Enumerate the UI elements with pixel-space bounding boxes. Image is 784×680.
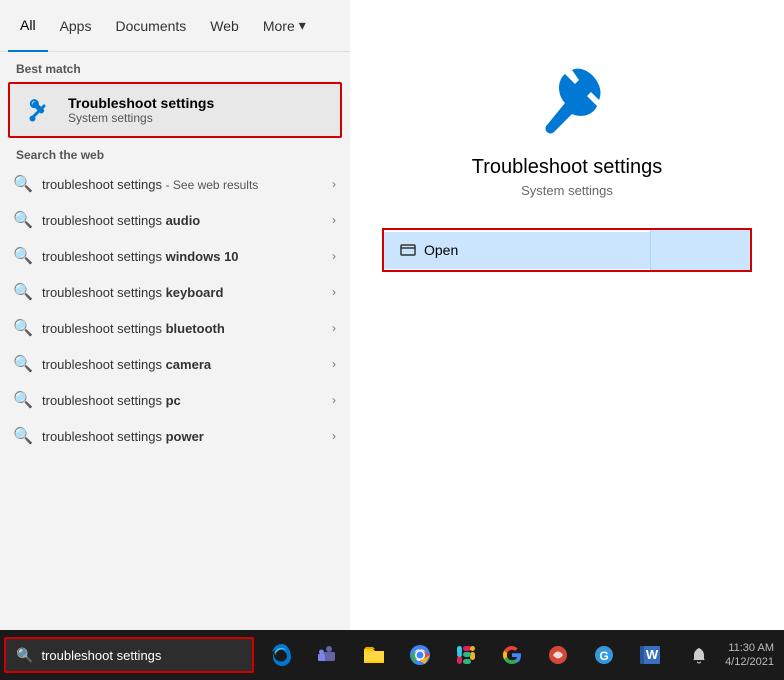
taskbar-google[interactable] <box>490 633 534 677</box>
best-match-title: Troubleshoot settings <box>68 95 214 111</box>
chevron-down-icon: ▾ <box>299 17 306 34</box>
search-icon-6: 🔍 <box>14 355 32 373</box>
open-button-container: Open <box>382 228 752 272</box>
search-icon-2: 🔍 <box>14 211 32 229</box>
result-text-4: troubleshoot settings keyboard <box>42 285 322 300</box>
search-icon-3: 🔍 <box>14 247 32 265</box>
chevron-right-icon-8: › <box>332 429 336 443</box>
taskbar-search-box[interactable]: 🔍 troubleshoot settings <box>4 637 254 673</box>
best-match-label: Best match <box>0 52 350 82</box>
result-text-8: troubleshoot settings power <box>42 429 322 444</box>
chevron-right-icon-6: › <box>332 357 336 371</box>
result-text-3: troubleshoot settings windows 10 <box>42 249 322 264</box>
search-icon: 🔍 <box>14 175 32 193</box>
search-icon-8: 🔍 <box>14 427 32 445</box>
taskbar-app-8[interactable]: G <box>582 633 626 677</box>
taskbar-right: 11:30 AM 4/12/2021 <box>677 633 780 677</box>
open-button[interactable]: Open <box>384 232 650 269</box>
wrench-icon <box>24 94 56 126</box>
tab-documents[interactable]: Documents <box>103 0 198 52</box>
taskbar-word[interactable]: W <box>628 633 672 677</box>
search-icon-4: 🔍 <box>14 283 32 301</box>
large-wrench-icon <box>527 60 607 140</box>
left-panel: All Apps Documents Web More ▾ Best match… <box>0 0 350 630</box>
search-icon-5: 🔍 <box>14 319 32 337</box>
tab-all[interactable]: All <box>8 0 48 52</box>
chevron-right-icon-7: › <box>332 393 336 407</box>
search-icon-7: 🔍 <box>14 391 32 409</box>
chevron-right-icon-4: › <box>332 285 336 299</box>
result-item-2[interactable]: 🔍 troubleshoot settings audio › <box>0 202 350 238</box>
taskbar-search-text: troubleshoot settings <box>41 648 161 663</box>
result-text-6: troubleshoot settings camera <box>42 357 322 372</box>
right-panel-title: Troubleshoot settings <box>472 156 662 179</box>
result-text-2: troubleshoot settings audio <box>42 213 322 228</box>
svg-text:W: W <box>646 647 659 662</box>
tab-web[interactable]: Web <box>198 0 251 52</box>
tab-more[interactable]: More ▾ <box>251 0 318 52</box>
search-web-label: Search the web <box>0 138 350 166</box>
result-item-1[interactable]: 🔍 troubleshoot settings - See web result… <box>0 166 350 202</box>
chevron-right-icon-3: › <box>332 249 336 263</box>
tab-bar: All Apps Documents Web More ▾ <box>0 0 350 52</box>
result-item-5[interactable]: 🔍 troubleshoot settings bluetooth › <box>0 310 350 346</box>
taskbar-apps: G W <box>260 633 675 677</box>
result-item-8[interactable]: 🔍 troubleshoot settings power › <box>0 418 350 454</box>
open-button-extra <box>650 230 750 270</box>
best-match-subtitle: System settings <box>68 111 214 125</box>
taskbar-teams[interactable] <box>306 633 350 677</box>
result-item-4[interactable]: 🔍 troubleshoot settings keyboard › <box>0 274 350 310</box>
right-panel-subtitle: System settings <box>521 183 613 198</box>
open-window-icon <box>400 242 416 259</box>
result-item-6[interactable]: 🔍 troubleshoot settings camera › <box>0 346 350 382</box>
result-text-7: troubleshoot settings pc <box>42 393 322 408</box>
tab-apps[interactable]: Apps <box>48 0 104 52</box>
right-panel: Troubleshoot settings System settings Op… <box>350 0 784 630</box>
result-text-5: troubleshoot settings bluetooth <box>42 321 322 336</box>
taskbar: 🔍 troubleshoot settings <box>0 630 784 680</box>
chevron-right-icon-5: › <box>332 321 336 335</box>
chevron-right-icon: › <box>332 177 336 191</box>
taskbar-notifications[interactable] <box>677 633 721 677</box>
taskbar-clock: 11:30 AM 4/12/2021 <box>725 641 774 670</box>
taskbar-chrome-1[interactable] <box>398 633 442 677</box>
best-match-text: Troubleshoot settings System settings <box>68 95 214 125</box>
result-text-1: troubleshoot settings - See web results <box>42 177 322 192</box>
taskbar-slack[interactable] <box>444 633 488 677</box>
taskbar-edge[interactable] <box>260 633 304 677</box>
chevron-right-icon-2: › <box>332 213 336 227</box>
svg-text:G: G <box>599 649 608 663</box>
result-item-3[interactable]: 🔍 troubleshoot settings windows 10 › <box>0 238 350 274</box>
taskbar-explorer[interactable] <box>352 633 396 677</box>
open-label: Open <box>424 242 458 258</box>
taskbar-app-7[interactable] <box>536 633 580 677</box>
best-match-item[interactable]: Troubleshoot settings System settings <box>8 82 342 138</box>
result-item-7[interactable]: 🔍 troubleshoot settings pc › <box>0 382 350 418</box>
taskbar-search-icon: 🔍 <box>16 647 33 664</box>
